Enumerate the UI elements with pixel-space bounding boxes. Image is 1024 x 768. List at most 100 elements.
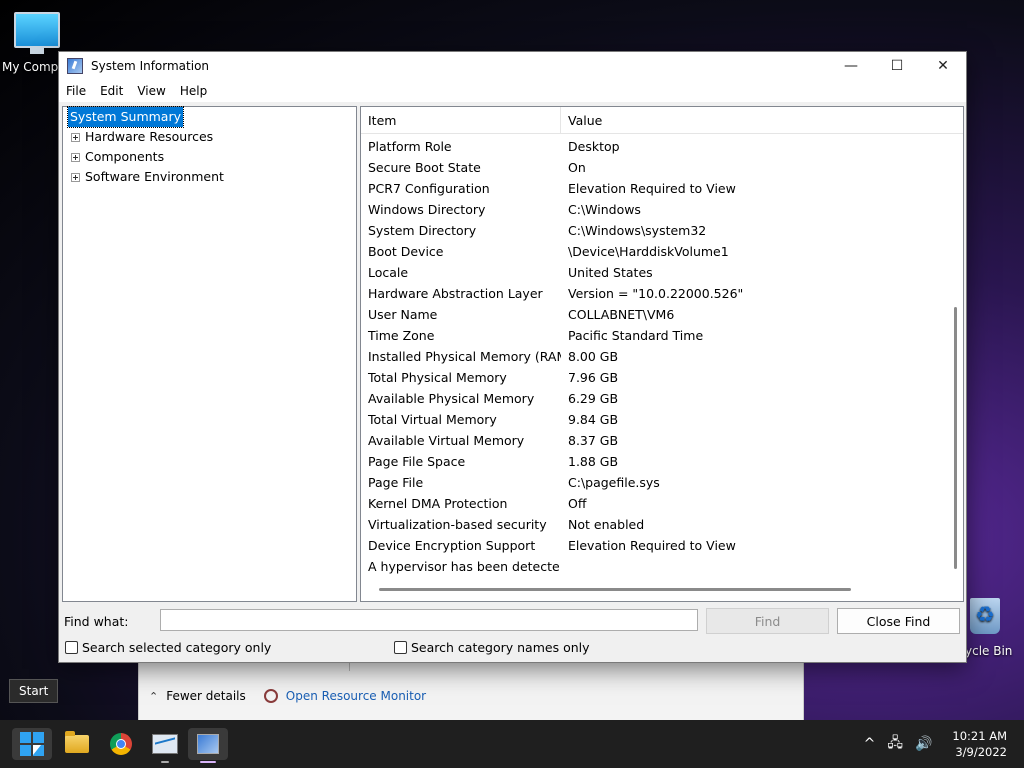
table-row[interactable]: Platform Role Desktop xyxy=(361,136,963,157)
table-row[interactable]: Page File Space 1.88 GB xyxy=(361,451,963,472)
expand-plus-icon[interactable] xyxy=(71,132,80,142)
tree-item-label: Components xyxy=(85,149,165,164)
expand-plus-icon[interactable] xyxy=(71,152,80,162)
tree-item-software-environment[interactable]: Software Environment xyxy=(71,167,356,187)
list-header: Item Value xyxy=(361,107,963,134)
category-tree[interactable]: System Summary Hardware Resources Compon… xyxy=(62,106,357,602)
row-item: Total Virtual Memory xyxy=(368,412,497,427)
row-value: Off xyxy=(568,496,587,511)
taskbar-system-information[interactable] xyxy=(188,728,228,763)
clock-time: 10:21 AM xyxy=(952,729,1007,743)
taskbar-chrome[interactable] xyxy=(101,728,141,760)
row-item: Boot Device xyxy=(368,244,444,259)
row-value: C:\pagefile.sys xyxy=(568,475,660,490)
menu-view[interactable]: View xyxy=(130,84,172,98)
start-tooltip: Start xyxy=(9,679,59,703)
row-item: Kernel DMA Protection xyxy=(368,496,508,511)
minimize-button[interactable]: — xyxy=(828,52,874,80)
row-item: Available Virtual Memory xyxy=(368,433,525,448)
table-row[interactable]: Device Encryption Support Elevation Requi… xyxy=(361,535,963,556)
row-value: Version = "10.0.22000.526" xyxy=(568,286,744,301)
row-value: COLLABNET\VM6 xyxy=(568,307,675,322)
desktop-icon-label: ycle Bin xyxy=(965,644,1013,658)
row-item: Windows Directory xyxy=(368,202,486,217)
taskbar: ^ 🖧 🔊 10:21 AM 3/9/2022 xyxy=(0,720,1024,768)
close-button[interactable]: ✕ xyxy=(920,52,966,80)
table-row[interactable]: Total Physical Memory 7.96 GB xyxy=(361,367,963,388)
table-row[interactable]: Available Virtual Memory 8.37 GB xyxy=(361,430,963,451)
title-bar[interactable]: System Information — ☐ ✕ xyxy=(59,52,966,80)
find-bar: Find what: Find Close Find Search select… xyxy=(59,602,966,660)
row-item: PCR7 Configuration xyxy=(368,181,490,196)
tree-item-system-summary[interactable]: System Summary xyxy=(67,106,356,128)
table-row[interactable]: Virtualization-based security Not enabled xyxy=(361,514,963,535)
network-icon[interactable]: 🖧 xyxy=(887,732,903,756)
mouse-cursor-icon xyxy=(33,745,41,755)
row-item: Available Physical Memory xyxy=(368,391,535,406)
table-row[interactable]: User Name COLLABNET\VM6 xyxy=(361,304,963,325)
row-item: Installed Physical Memory (RAM) xyxy=(368,349,561,364)
find-what-input[interactable] xyxy=(160,609,698,631)
menu-help[interactable]: Help xyxy=(173,84,214,98)
search-selected-category-checkbox[interactable]: Search selected category only xyxy=(65,640,271,655)
taskbar-task-manager[interactable] xyxy=(145,728,185,763)
row-item: User Name xyxy=(368,307,438,322)
table-row[interactable]: Page File C:\pagefile.sys xyxy=(361,472,963,493)
task-manager-icon xyxy=(152,734,178,754)
row-item: Total Physical Memory xyxy=(368,370,507,385)
menu-file[interactable]: File xyxy=(59,84,93,98)
computer-icon xyxy=(14,12,60,54)
table-row[interactable]: PCR7 Configuration Elevation Required to … xyxy=(361,178,963,199)
start-button[interactable] xyxy=(12,728,52,760)
table-row[interactable]: Boot Device \Device\HarddiskVolume1 xyxy=(361,241,963,262)
open-resource-monitor-link[interactable]: Open Resource Monitor xyxy=(286,689,426,703)
table-row[interactable]: A hypervisor has been detecte... xyxy=(361,556,963,577)
taskbar-file-explorer[interactable] xyxy=(57,728,97,760)
window-controls: — ☐ ✕ xyxy=(828,52,966,80)
table-row[interactable]: Available Physical Memory 6.29 GB xyxy=(361,388,963,409)
row-value: Elevation Required to View xyxy=(568,538,736,553)
column-header-item[interactable]: Item xyxy=(361,107,561,133)
table-row[interactable]: Installed Physical Memory (RAM) 8.00 GB xyxy=(361,346,963,367)
row-value: Desktop xyxy=(568,139,620,154)
details-list[interactable]: Item Value Platform Role Desktop Secure Bo… xyxy=(360,106,964,602)
row-value: On xyxy=(568,160,586,175)
row-value: 7.96 GB xyxy=(568,370,619,385)
system-information-icon xyxy=(67,58,83,74)
row-item: System Directory xyxy=(368,223,477,238)
table-row[interactable]: Kernel DMA Protection Off xyxy=(361,493,963,514)
chevron-up-icon[interactable]: ⌃ xyxy=(149,690,158,703)
table-row[interactable]: Locale United States xyxy=(361,262,963,283)
fewer-details-button[interactable]: Fewer details xyxy=(166,689,246,703)
checkbox-box[interactable] xyxy=(394,641,407,654)
clock-date: 3/9/2022 xyxy=(955,745,1007,759)
row-item: Secure Boot State xyxy=(368,160,481,175)
list-rows: Platform Role Desktop Secure Boot State On P… xyxy=(361,134,963,577)
show-hidden-icons-chevron-icon[interactable]: ^ xyxy=(864,736,876,752)
table-row[interactable]: Time Zone Pacific Standard Time xyxy=(361,325,963,346)
horizontal-scrollbar[interactable] xyxy=(379,588,851,591)
volume-icon[interactable]: 🔊 xyxy=(915,736,932,752)
tree-item-components[interactable]: Components xyxy=(71,147,356,167)
checkbox-box[interactable] xyxy=(65,641,78,654)
table-row[interactable]: Hardware Abstraction Layer Version = "10.… xyxy=(361,283,963,304)
find-button[interactable]: Find xyxy=(706,608,829,634)
folder-icon xyxy=(65,731,89,753)
clock[interactable]: 10:21 AM 3/9/2022 xyxy=(952,728,1007,760)
expand-plus-icon[interactable] xyxy=(71,172,80,182)
maximize-button[interactable]: ☐ xyxy=(874,52,920,80)
row-value: C:\Windows xyxy=(568,202,641,217)
task-manager-window: ⌃ Fewer details Open Resource Monitor xyxy=(138,660,804,722)
table-row[interactable]: Windows Directory C:\Windows xyxy=(361,199,963,220)
close-find-button[interactable]: Close Find xyxy=(837,608,960,634)
column-header-value[interactable]: Value xyxy=(561,113,602,128)
active-indicator xyxy=(200,761,216,763)
table-row[interactable]: Total Virtual Memory 9.84 GB xyxy=(361,409,963,430)
table-row[interactable]: System Directory C:\Windows\system32 xyxy=(361,220,963,241)
search-category-names-checkbox[interactable]: Search category names only xyxy=(394,640,590,655)
row-item: Locale xyxy=(368,265,409,280)
vertical-scrollbar[interactable] xyxy=(954,307,957,569)
tree-item-hardware-resources[interactable]: Hardware Resources xyxy=(71,127,356,147)
menu-edit[interactable]: Edit xyxy=(93,84,130,98)
table-row[interactable]: Secure Boot State On xyxy=(361,157,963,178)
